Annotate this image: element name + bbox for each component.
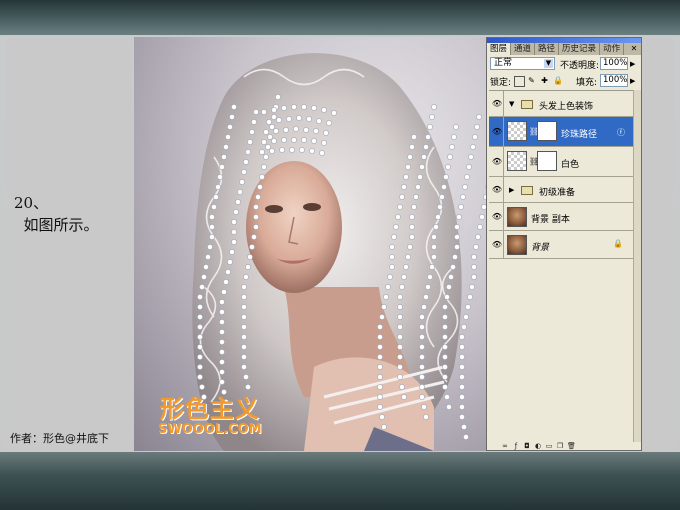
blend-mode-select[interactable]: 正常 ▼ <box>490 57 555 70</box>
palette-tabs: 图层 通道 路径 历史记录 动作 ✕ <box>487 43 641 55</box>
lock-position-icon[interactable]: ✚ <box>540 76 549 85</box>
visibility-divider <box>503 231 504 258</box>
layer-thumbnail <box>507 207 527 227</box>
eye-icon[interactable]: 👁 <box>491 240 503 249</box>
adjustment-icon[interactable]: ◐ <box>534 443 542 450</box>
author-credit: 作者：形色@井底下 <box>10 432 109 445</box>
new-layer-icon[interactable]: ❐ <box>556 443 564 450</box>
expand-triangle-icon[interactable]: ▼ <box>509 100 514 108</box>
folder-icon <box>521 100 533 109</box>
tab-actions[interactable]: 动作 <box>600 43 625 55</box>
layer-background-copy[interactable]: 👁 背景 副本 <box>489 203 633 231</box>
layer-name: 珍珠路径 <box>561 130 598 140</box>
opacity-slider-arrow-icon[interactable]: ▶ <box>630 60 635 68</box>
layer-group-basic-prep[interactable]: 👁 ▶ 初级准备 <box>489 177 633 203</box>
palette-close-icon[interactable]: ✕ <box>629 43 639 54</box>
visibility-divider <box>503 117 504 146</box>
bottom-frame-band <box>0 452 680 510</box>
fill-label: 填充: <box>576 78 598 88</box>
layer-name: 背景 副本 <box>531 215 570 225</box>
eye-icon[interactable]: 👁 <box>491 212 503 221</box>
visibility-divider <box>503 147 504 176</box>
palette-bottom-toolbar: ∞ ƒ ◘ ◐ ▭ ❐ 🗑 <box>489 443 639 451</box>
lock-paint-brush-icon[interactable]: ✎ <box>527 76 536 85</box>
fill-field[interactable]: 100% <box>600 74 628 87</box>
lock-transparency-icon[interactable] <box>514 76 525 87</box>
expand-triangle-icon[interactable]: ▶ <box>509 186 514 194</box>
fx-icon[interactable]: ƒ <box>512 443 520 450</box>
layer-name: 头发上色装饰 <box>539 102 594 112</box>
layer-pearl-path[interactable]: 👁 ⛓ 珍珠路径 ⓕ <box>489 117 633 147</box>
tab-history[interactable]: 历史记录 <box>559 43 601 55</box>
visibility-divider <box>503 177 504 202</box>
layer-background[interactable]: 👁 背景 🔒 <box>489 231 633 259</box>
layer-mask-thumbnail <box>537 151 557 171</box>
opacity-label: 不透明度: <box>560 61 600 71</box>
blend-mode-value: 正常 <box>494 58 513 68</box>
layer-group-hair-decoration[interactable]: 👁 ▼ 头发上色装饰 <box>489 91 633 117</box>
watermark: 形色主义 SWOOOL.COM <box>158 397 262 436</box>
folder-icon[interactable]: ▭ <box>545 443 553 450</box>
top-frame-band <box>0 0 680 35</box>
watermark-url: SWOOOL.COM <box>158 422 262 437</box>
eye-icon[interactable]: 👁 <box>491 157 503 166</box>
eye-icon[interactable]: 👁 <box>491 99 503 108</box>
fill-slider-arrow-icon[interactable]: ▶ <box>630 77 635 85</box>
lock-label: 锁定: <box>490 78 512 88</box>
watermark-logo: 形色主义 <box>159 395 260 423</box>
fx-icon[interactable]: ⓕ <box>617 127 625 138</box>
layer-name: 白色 <box>561 160 580 170</box>
layer-white[interactable]: 👁 ⛓ 白色 <box>489 147 633 177</box>
layer-name: 背景 <box>531 243 550 253</box>
lock-icon: 🔒 <box>613 239 623 248</box>
layer-thumbnail <box>507 235 527 255</box>
layer-mask-thumbnail <box>537 121 557 141</box>
lock-all-icon[interactable]: 🔒 <box>553 76 563 85</box>
step-caption: 20、 如图所示。 <box>14 194 99 234</box>
trash-icon[interactable]: 🗑 <box>567 443 576 450</box>
tab-layers[interactable]: 图层 <box>487 43 512 55</box>
tab-paths[interactable]: 路径 <box>535 43 560 55</box>
layers-list: 👁 ▼ 头发上色装饰 👁 ⛓ 珍珠路径 ⓕ 👁 ⛓ 白色 👁 ▶ 初级准备 👁 … <box>489 90 633 443</box>
photo-canvas[interactable]: 形色主义 SWOOOL.COM <box>134 37 486 451</box>
right-margin-panel <box>642 37 674 451</box>
portrait-illustration <box>192 53 486 451</box>
layers-palette: 图层 通道 路径 历史记录 动作 ✕ 正常 ▼ 不透明度: 100% ▶ 锁定:… <box>486 37 642 451</box>
mask-icon[interactable]: ◘ <box>523 443 531 450</box>
caption-panel <box>6 37 132 451</box>
tab-channels[interactable]: 通道 <box>511 43 536 55</box>
visibility-divider <box>503 91 504 116</box>
layer-thumbnail <box>507 121 527 141</box>
chevron-down-icon: ▼ <box>544 59 553 68</box>
layers-scrollbar[interactable] <box>633 90 641 442</box>
layer-thumbnail <box>507 151 527 171</box>
layer-name: 初级准备 <box>539 188 576 198</box>
opacity-field[interactable]: 100% <box>600 57 628 70</box>
folder-icon <box>521 186 533 195</box>
eye-icon[interactable]: 👁 <box>491 127 503 136</box>
eye-icon[interactable]: 👁 <box>491 185 503 194</box>
link-icon[interactable]: ∞ <box>501 443 509 450</box>
visibility-divider <box>503 203 504 230</box>
